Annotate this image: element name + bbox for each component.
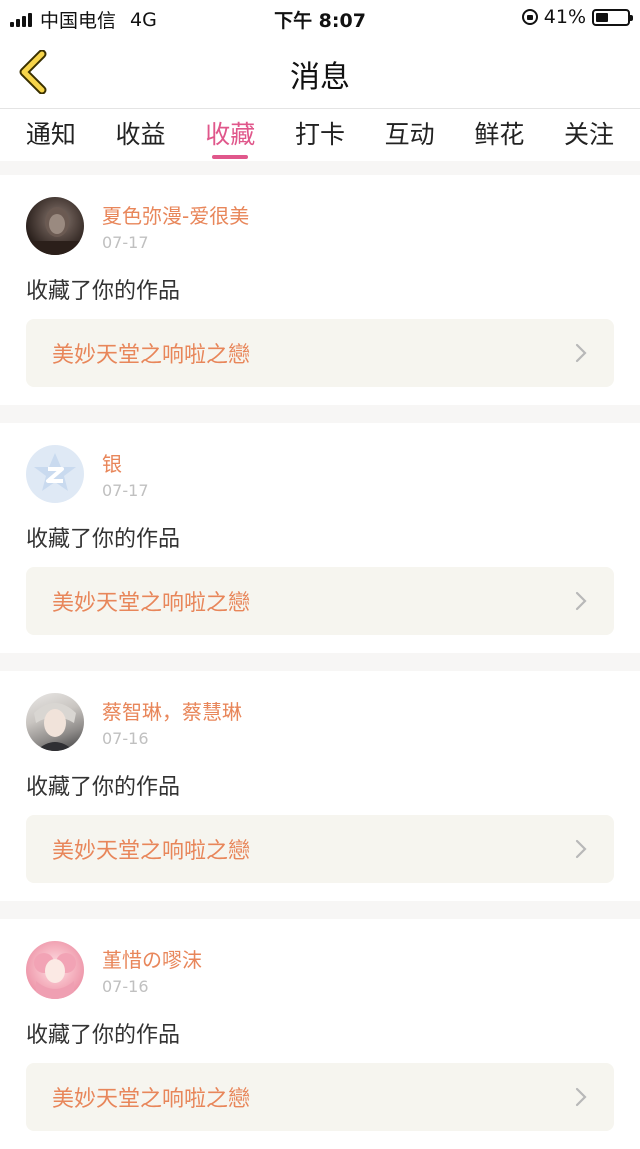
tab-flowers[interactable]: 鲜花	[467, 109, 531, 151]
work-title: 美妙天堂之响啦之戀	[52, 1087, 251, 1112]
message-date: 07-17	[102, 233, 149, 252]
tab-notice[interactable]: 通知	[19, 109, 83, 151]
photo-avatar-icon	[26, 207, 84, 255]
work-link[interactable]: 美妙天堂之响啦之戀	[26, 567, 614, 635]
page-title: 消息	[290, 60, 350, 95]
message-card: 银 07-17 收藏了你的作品 美妙天堂之响啦之戀	[0, 423, 640, 653]
message-card: 蔡智琳，蔡慧琳 07-16 收藏了你的作品 美妙天堂之响啦之戀	[0, 671, 640, 901]
tab-bar: 通知 收益 收藏 打卡 互动 鲜花 关注	[0, 109, 640, 161]
action-text: 收藏了你的作品	[26, 279, 181, 304]
chevron-right-icon	[575, 343, 587, 363]
rotation-lock-icon	[521, 9, 538, 25]
message-header: 堇惜の嘐沫 07-16	[26, 941, 614, 999]
message-header: 蔡智琳，蔡慧琳 07-16	[26, 693, 614, 751]
user-name[interactable]: 夏色弥漫-爱很美	[102, 200, 249, 229]
work-link[interactable]: 美妙天堂之响啦之戀	[26, 1063, 614, 1131]
message-card: 夏色弥漫-爱很美 07-17 收藏了你的作品 美妙天堂之响啦之戀	[0, 175, 640, 405]
chevron-right-icon	[575, 1087, 587, 1107]
avatar[interactable]	[26, 941, 84, 999]
action-text: 收藏了你的作品	[26, 1023, 181, 1048]
tab-interaction[interactable]: 互动	[378, 109, 442, 151]
nav-bar: 消息	[0, 34, 640, 109]
battery-icon	[592, 8, 633, 26]
status-right: 41%	[521, 6, 633, 28]
work-title: 美妙天堂之响啦之戀	[52, 839, 251, 864]
tab-follow[interactable]: 关注	[557, 109, 621, 151]
tab-checkin[interactable]: 打卡	[288, 109, 352, 151]
tab-earnings[interactable]: 收益	[109, 109, 173, 151]
battery-fill	[596, 12, 608, 22]
status-bar: 中国电信 4G 下午 8:07 41%	[0, 0, 640, 34]
tab-favorites[interactable]: 收藏	[198, 109, 262, 159]
work-title: 美妙天堂之响啦之戀	[52, 343, 251, 368]
tabs-spacer	[0, 161, 640, 175]
anime-girl-avatar-icon	[34, 953, 76, 999]
user-name[interactable]: 堇惜の嘐沫	[102, 944, 202, 973]
message-date: 07-16	[102, 977, 149, 996]
work-link[interactable]: 美妙天堂之响啦之戀	[26, 815, 614, 883]
user-name[interactable]: 银	[102, 448, 149, 477]
work-title: 美妙天堂之响啦之戀	[52, 591, 251, 616]
battery-percent: 41%	[543, 6, 586, 28]
message-date: 07-17	[102, 481, 149, 500]
message-header: 夏色弥漫-爱很美 07-17	[26, 197, 614, 255]
message-header: 银 07-17	[26, 445, 614, 503]
user-name[interactable]: 蔡智琳，蔡慧琳	[102, 696, 242, 725]
message-date: 07-16	[102, 729, 149, 748]
action-text: 收藏了你的作品	[26, 775, 181, 800]
qq-default-avatar-icon	[34, 453, 76, 491]
avatar[interactable]	[26, 693, 84, 751]
avatar[interactable]	[26, 197, 84, 255]
action-text: 收藏了你的作品	[26, 527, 181, 552]
chevron-right-icon	[575, 591, 587, 611]
avatar[interactable]	[26, 445, 84, 503]
message-card: 堇惜の嘐沫 07-16 收藏了你的作品 美妙天堂之响啦之戀	[0, 919, 640, 1149]
anime-boy-avatar-icon	[34, 703, 76, 751]
chevron-right-icon	[575, 839, 587, 859]
work-link[interactable]: 美妙天堂之响啦之戀	[26, 319, 614, 387]
